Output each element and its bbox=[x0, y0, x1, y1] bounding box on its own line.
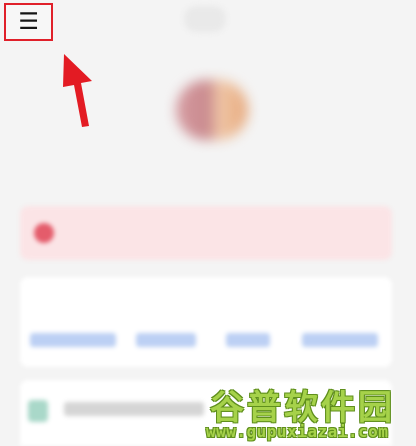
watermark-url: www.gupuxiazai.com bbox=[206, 422, 389, 441]
alert-banner[interactable] bbox=[20, 206, 392, 260]
link-chip[interactable] bbox=[30, 333, 116, 347]
menu-button[interactable]: ☰ bbox=[4, 3, 53, 41]
link-chip[interactable] bbox=[136, 333, 196, 347]
top-center-element bbox=[184, 6, 226, 32]
hamburger-menu-icon: ☰ bbox=[18, 8, 39, 35]
watermark: 谷普软件园 www.gupuxiazai.com bbox=[204, 380, 413, 444]
username bbox=[131, 157, 295, 175]
link-chip[interactable] bbox=[226, 333, 270, 347]
avatar bbox=[176, 80, 248, 140]
info-card bbox=[20, 277, 392, 367]
link-chip[interactable] bbox=[302, 333, 378, 347]
info-links bbox=[30, 333, 382, 347]
app-screen: ☰ 谷普软件园 www.gupuxiazai.com bbox=[0, 0, 416, 446]
alert-icon bbox=[34, 223, 54, 243]
list-item[interactable] bbox=[64, 402, 204, 416]
list-item-icon bbox=[28, 400, 48, 422]
arrow-shape bbox=[63, 54, 92, 127]
